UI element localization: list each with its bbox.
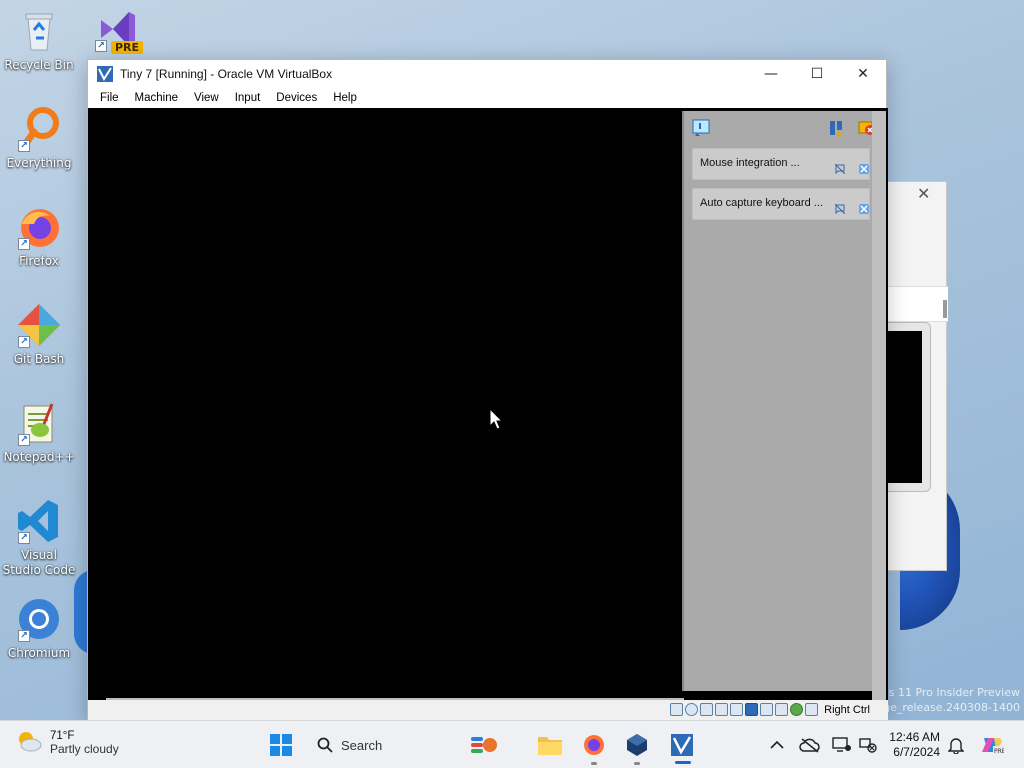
search-placeholder: Search [341, 737, 383, 753]
minimize-button[interactable]: — [748, 60, 794, 88]
everything-search-icon: ↗ [16, 106, 62, 152]
desktop-icon-everything[interactable]: ↗ Everything [1, 106, 77, 171]
desktop-icon-label: Recycle Bin [4, 58, 74, 72]
start-button[interactable] [267, 731, 295, 759]
chromium-icon: ↗ [16, 596, 62, 642]
clock-date: 6/7/2024 [893, 745, 940, 759]
mouse-cursor-icon [489, 408, 503, 430]
notification-center-panel: Mouse integration ... Auto capture keybo… [682, 111, 875, 691]
file-explorer-icon[interactable] [536, 731, 564, 759]
firefox-taskbar-icon[interactable] [580, 731, 608, 759]
menu-devices[interactable]: Devices [268, 92, 325, 104]
windows-start-icon [270, 734, 292, 756]
menu-input[interactable]: Input [227, 92, 269, 104]
recording-icon[interactable] [775, 703, 789, 716]
weather-widget[interactable]: 71°F Partly cloudy [16, 729, 119, 757]
display-icon[interactable] [760, 703, 774, 716]
background-dialog-window: ✕ [886, 181, 948, 571]
menu-help[interactable]: Help [325, 92, 365, 104]
menu-file[interactable]: File [92, 92, 127, 104]
menu-view[interactable]: View [186, 92, 227, 104]
notification-text: Auto capture keyboard ... [700, 197, 823, 209]
sort-notifications-icon[interactable] [828, 119, 846, 138]
desktop-icon-chromium[interactable]: ↗ Chromium [1, 596, 77, 661]
git-bash-icon: ↗ [16, 302, 62, 348]
close-notification-icon[interactable] [859, 159, 869, 174]
copilot-icon[interactable]: PRE [978, 731, 1006, 759]
cpu-activity-icon[interactable] [790, 703, 804, 716]
notification-auto-capture-keyboard[interactable]: Auto capture keyboard ... [692, 188, 870, 220]
desktop-icon-firefox[interactable]: ↗ Firefox [1, 204, 77, 269]
shared-folders-icon[interactable] [745, 703, 759, 716]
search-icon [317, 737, 333, 753]
windows-watermark-line2: 0.ge_release.240308-1400 [872, 701, 1020, 714]
virtualbox-window: Tiny 7 [Running] - Oracle VM VirtualBox … [87, 59, 888, 720]
weather-condition: Partly cloudy [50, 742, 119, 756]
display-settings-icon[interactable] [828, 731, 856, 759]
hard-disk-icon[interactable] [670, 703, 684, 716]
optical-drive-icon[interactable] [685, 703, 699, 716]
scrollbar[interactable] [943, 300, 947, 318]
close-notification-icon[interactable] [859, 199, 869, 214]
notification-center-icon[interactable] [692, 119, 710, 137]
clock-time: 12:46 AM [889, 730, 940, 744]
shortcut-arrow-icon: ↗ [95, 40, 107, 52]
widgets-icon[interactable] [470, 731, 498, 759]
visual-studio-icon: PRE ↗ [93, 6, 143, 54]
menu-machine[interactable]: Machine [127, 92, 186, 104]
maximize-button[interactable]: ☐ [794, 60, 840, 88]
monitor-preview [887, 322, 931, 492]
mute-notification-icon[interactable] [834, 199, 846, 215]
virtualbox-vm-taskbar-icon[interactable] [668, 731, 696, 759]
network-icon[interactable] [715, 703, 729, 716]
chevron-up-icon[interactable] [763, 731, 791, 759]
close-button[interactable]: ✕ [840, 60, 886, 88]
audio-icon[interactable] [700, 703, 714, 716]
notification-mouse-integration[interactable]: Mouse integration ... [692, 148, 870, 180]
host-key-label: Right Ctrl [824, 703, 870, 716]
panel-scroll-rail[interactable] [872, 111, 886, 700]
recycle-bin-icon [16, 8, 62, 54]
firefox-icon: ↗ [16, 204, 62, 250]
menu-bar: File Machine View Input Devices Help [88, 88, 886, 108]
usb-icon[interactable] [730, 703, 744, 716]
windows-watermark-line1: ws 11 Pro Insider Preview [879, 686, 1020, 699]
status-bar: Right Ctrl [88, 700, 888, 720]
desktop-icon-vscode[interactable]: ↗ Visual Studio Code [1, 498, 77, 578]
taskbar: 71°F Partly cloudy Search 12:46 AM 6/7/2… [0, 720, 1024, 768]
notification-text: Mouse integration ... [700, 157, 800, 169]
close-icon[interactable]: ✕ [917, 184, 930, 203]
notepad-plus-plus-icon: ↗ [16, 400, 62, 446]
title-bar[interactable]: Tiny 7 [Running] - Oracle VM VirtualBox … [88, 60, 886, 88]
notification-bell-icon[interactable] [942, 731, 970, 759]
network-disconnected-icon[interactable] [854, 731, 882, 759]
desktop-icon-visual-studio-preview[interactable]: PRE ↗ [78, 6, 154, 54]
svg-text:PRE: PRE [994, 748, 1004, 755]
desktop-icon-recycle-bin[interactable]: Recycle Bin [1, 8, 77, 73]
desktop-icon-notepad-plus-plus[interactable]: ↗ Notepad++ [1, 400, 77, 465]
vscode-icon: ↗ [16, 498, 62, 544]
system-clock[interactable]: 12:46 AM 6/7/2024 [882, 730, 940, 760]
weather-temperature: 71°F [50, 730, 75, 742]
notification-panel-toolbar [684, 111, 875, 143]
desktop-icon-git-bash[interactable]: ↗ Git Bash [1, 302, 77, 367]
window-title: Tiny 7 [Running] - Oracle VM VirtualBox [120, 67, 333, 81]
partly-cloudy-icon [16, 729, 42, 757]
preview-badge: PRE [110, 41, 143, 54]
mouse-integration-icon[interactable] [805, 703, 819, 716]
mute-notification-icon[interactable] [834, 159, 846, 175]
virtualbox-manager-icon[interactable] [623, 731, 651, 759]
virtualbox-app-icon [96, 65, 114, 83]
onedrive-offline-icon[interactable] [796, 731, 824, 759]
